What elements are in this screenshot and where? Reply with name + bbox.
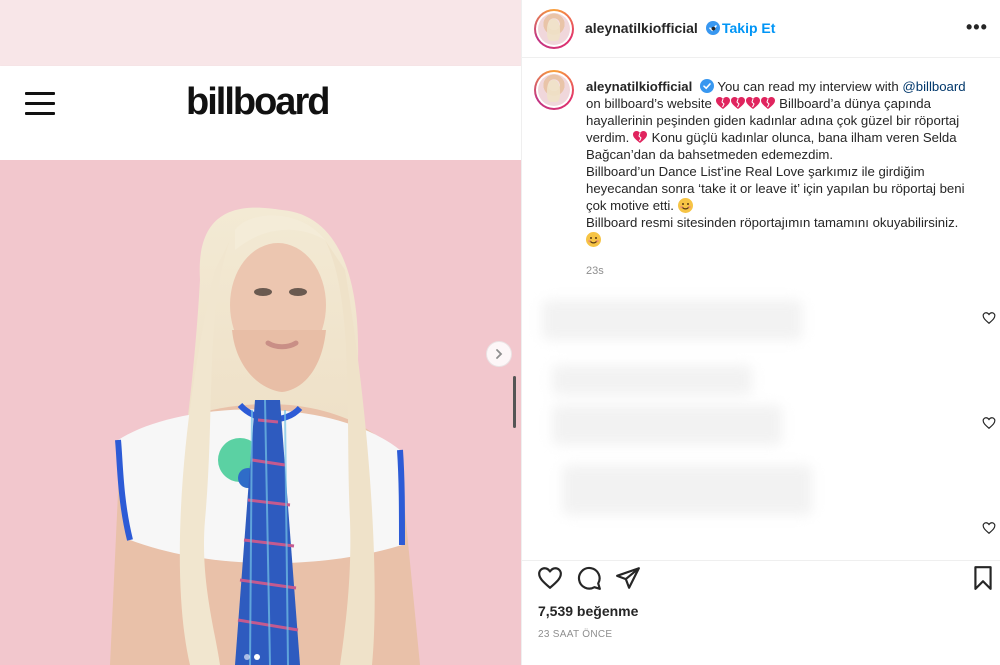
caption-text: on billboard’s website [586, 96, 716, 111]
carousel-dot [254, 654, 260, 660]
comment-like-icon[interactable] [982, 521, 996, 535]
caption-username[interactable]: aleynatilkiofficial [586, 79, 692, 94]
carousel-indicators [244, 654, 260, 660]
post-actions: 7,539 beğenme 23 SAAT ÖNCE [522, 560, 1000, 665]
broken-heart-icon [730, 97, 745, 109]
caption-text: You can read my interview with [717, 79, 903, 94]
blurred-comment [552, 365, 752, 395]
caption-text: Billboard resmi sitesinden röportajımın … [586, 215, 959, 230]
comment-like-icon[interactable] [982, 416, 996, 430]
media-scrollbar[interactable] [513, 376, 516, 428]
carousel-dot [244, 654, 250, 660]
blurred-comment [542, 300, 802, 340]
portrait-image [0, 160, 521, 665]
verified-badge-icon [699, 79, 714, 93]
post-media: billboard [0, 0, 521, 665]
caption-text: Billboard’un Dance List’ine Real Love şa… [586, 164, 965, 213]
more-options-button[interactable]: ••• [966, 18, 988, 36]
billboard-logo: billboard [186, 81, 330, 123]
broken-heart-icon [745, 97, 760, 109]
next-image-button[interactable] [486, 341, 512, 367]
broken-heart-icon [632, 131, 647, 143]
post-date: 23 SAAT ÖNCE [538, 629, 613, 640]
post-header: aleynatilkiofficial • Takip Et ••• [522, 0, 1000, 58]
header-user: aleynatilkiofficial [585, 20, 721, 38]
caption-timestamp: 23s [586, 265, 604, 277]
follow-button[interactable]: Takip Et [722, 20, 775, 36]
billboard-header: billboard [0, 66, 521, 142]
likes-count[interactable]: 7,539 beğenme [538, 603, 638, 619]
share-icon[interactable] [615, 565, 641, 591]
blurred-comment [562, 465, 812, 515]
comment-like-icon[interactable] [982, 311, 996, 325]
post-details-panel: aleynatilkiofficial • Takip Et ••• aleyn… [521, 0, 1000, 665]
post-photo[interactable] [0, 160, 521, 665]
username-link[interactable]: aleynatilkiofficial [585, 20, 698, 36]
smiling-face-icon [586, 232, 601, 247]
separator-dot: • [711, 20, 716, 36]
like-icon[interactable] [537, 565, 563, 591]
save-bookmark-icon[interactable] [970, 565, 996, 591]
caption-avatar[interactable] [534, 70, 574, 110]
billboard-mention-link[interactable]: @billboard [902, 79, 965, 94]
media-divider [0, 142, 521, 160]
comments-list-blurred [522, 290, 996, 560]
chevron-right-icon [496, 349, 503, 359]
avatar[interactable] [534, 9, 574, 49]
smiling-face-icon [677, 198, 693, 213]
blurred-comment [552, 405, 782, 445]
hamburger-menu-icon [25, 92, 55, 116]
post-caption: aleynatilkiofficial You can read my inte… [586, 78, 981, 248]
broken-heart-icon [715, 97, 730, 109]
broken-heart-icon [760, 97, 775, 109]
media-top-background [0, 0, 521, 66]
comment-icon[interactable] [576, 565, 602, 591]
